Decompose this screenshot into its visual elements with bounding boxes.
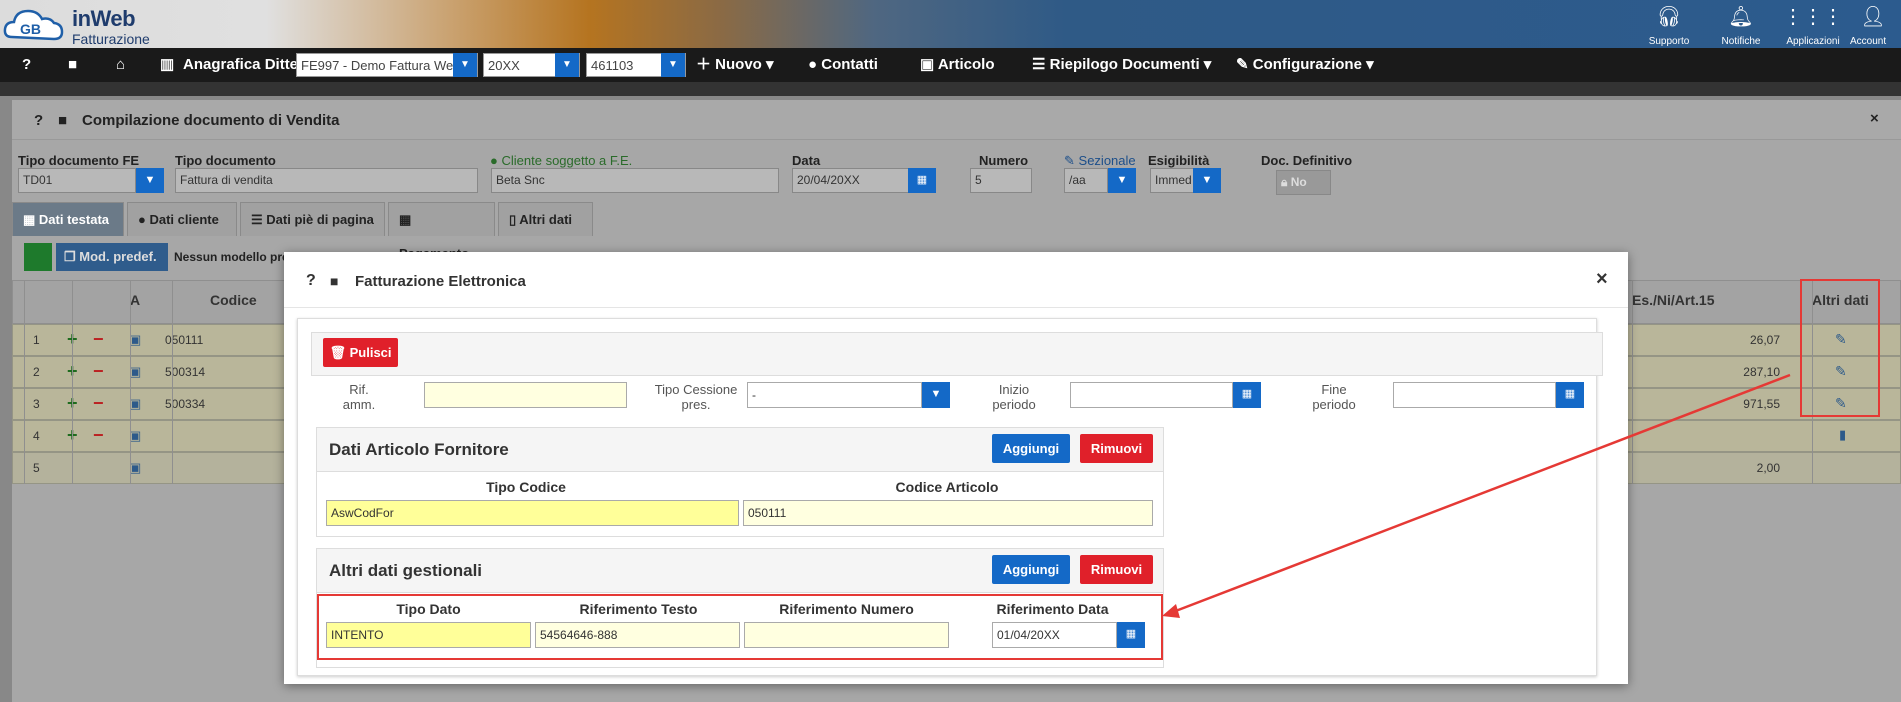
arrow-head (1162, 604, 1180, 618)
arrow-line (1172, 373, 1791, 614)
annotation-arrow (1162, 373, 1791, 618)
